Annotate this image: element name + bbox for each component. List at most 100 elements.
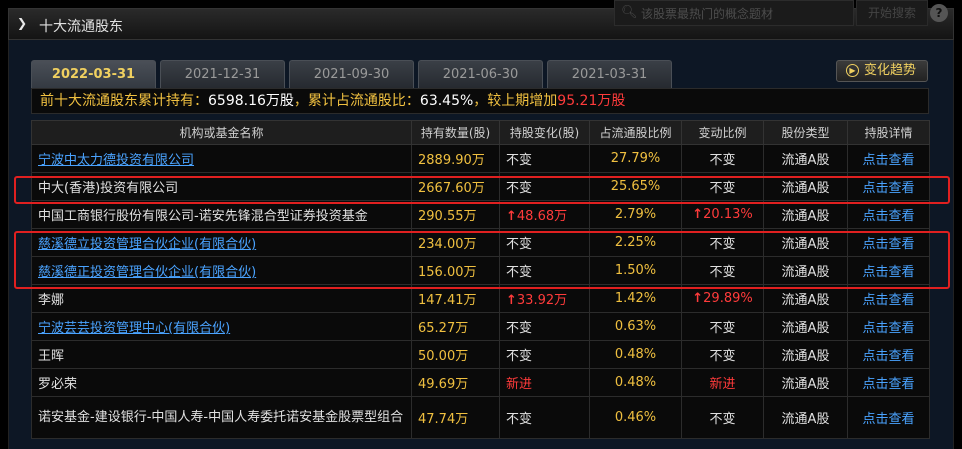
view-detail-link[interactable]: 点击查看: [847, 172, 930, 201]
view-detail-link[interactable]: 点击查看: [847, 312, 930, 341]
share-type: 流通A股: [763, 256, 848, 285]
change-ratio: ↑29.89%: [681, 284, 764, 313]
holder-name[interactable]: 宁波芸芸投资管理中心(有限合伙): [31, 312, 412, 341]
share-type: 流通A股: [763, 340, 848, 369]
change-ratio: ↑20.13%: [681, 200, 764, 229]
column-header: 股份类型: [763, 120, 848, 145]
table-header-row: 机构或基金名称 持有数量(股) 持股变化(股) 占流通股比例 变动比例 股份类型 持股详情: [31, 120, 930, 145]
table-row: 慈溪德立投资管理合伙企业(有限合伙) 234.00万 不变 2.25% 不变 流通A股 点击…: [31, 228, 930, 257]
holding-change-value: 48.68万: [516, 209, 568, 224]
share-type: 流通A股: [763, 172, 848, 201]
holding-qty: 2889.90万: [411, 144, 500, 173]
section-title: 十大流通股东: [39, 19, 123, 35]
column-header: 机构或基金名称: [31, 120, 412, 145]
search-icon: 🔍︎: [621, 5, 638, 20]
column-header: 变动比例: [681, 120, 764, 145]
share-type: 流通A股: [763, 144, 848, 173]
tab-2021-06-30[interactable]: 2021-06-30: [418, 60, 543, 88]
holding-change: ↑33.92万: [499, 284, 590, 313]
holding-change: 不变: [499, 144, 590, 173]
change-ratio: 不变: [681, 172, 764, 201]
share-type: 流通A股: [763, 368, 848, 397]
float-ratio: 27.79%: [589, 144, 682, 173]
holding-qty: 50.00万: [411, 340, 500, 369]
holder-name: 中国工商银行股份有限公司-诺安先锋混合型证券投资基金: [31, 200, 412, 229]
change-ratio: 不变: [681, 312, 764, 341]
holder-name[interactable]: 慈溪德正投资管理合伙企业(有限合伙): [31, 256, 412, 285]
holding-qty: 2667.60万: [411, 172, 500, 201]
holding-qty: 147.41万: [411, 284, 500, 313]
tab-2021-09-30[interactable]: 2021-09-30: [289, 60, 414, 88]
summary-prefix: 前十大流通股东累计持有：: [40, 93, 208, 109]
change-ratio: 不变: [681, 340, 764, 369]
table-row: 中国工商银行股份有限公司-诺安先锋混合型证券投资基金 290.55万 ↑48.68万…: [31, 200, 930, 229]
float-ratio: 2.79%: [589, 200, 682, 229]
holder-name: 中大(香港)投资有限公司: [31, 172, 412, 201]
holding-change: 不变: [499, 312, 590, 341]
holding-qty: 290.55万: [411, 200, 500, 229]
help-icon[interactable]: ?: [930, 4, 948, 22]
holding-change: 不变: [499, 228, 590, 257]
view-detail-link[interactable]: 点击查看: [847, 228, 930, 257]
holding-qty: 49.69万: [411, 368, 500, 397]
column-header: 持有数量(股): [411, 120, 500, 145]
holder-name[interactable]: 宁波中太力德投资有限公司: [31, 144, 412, 173]
up-arrow-icon: ↑: [692, 291, 704, 306]
view-detail-link[interactable]: 点击查看: [847, 256, 930, 285]
summary-increase: 95.21万股: [557, 93, 626, 109]
share-type: 流通A股: [763, 228, 848, 257]
holder-name[interactable]: 慈溪德立投资管理合伙企业(有限合伙): [31, 228, 412, 257]
holding-change: ↑48.68万: [499, 200, 590, 229]
holding-qty: 234.00万: [411, 228, 500, 257]
view-detail-link[interactable]: 点击查看: [847, 144, 930, 173]
share-type: 流通A股: [763, 200, 848, 229]
holding-change: 不变: [499, 396, 590, 439]
change-ratio: 不变: [681, 144, 764, 173]
view-detail-link[interactable]: 点击查看: [847, 340, 930, 369]
holding-change: 不变: [499, 340, 590, 369]
holding-change: 新进: [499, 368, 590, 397]
float-ratio: 25.65%: [589, 172, 682, 201]
holder-name: 李娜: [31, 284, 412, 313]
change-ratio: 不变: [681, 228, 764, 257]
summary-total: 6598.16万股: [208, 93, 294, 109]
concept-search-box[interactable]: 🔍︎: [614, 0, 854, 26]
summary-ratio: 63.45%: [419, 93, 474, 109]
float-ratio: 1.42%: [589, 284, 682, 313]
top-holders-table: 机构或基金名称 持有数量(股) 持股变化(股) 占流通股比例 变动比例 股份类型 持股详情 …: [31, 120, 930, 439]
column-header: 持股变化(股): [499, 120, 590, 145]
float-ratio: 0.48%: [589, 340, 682, 369]
float-ratio: 0.46%: [589, 396, 682, 439]
tab-2021-03-31[interactable]: 2021-03-31: [547, 60, 672, 88]
up-arrow-icon: ↑: [692, 207, 704, 222]
holder-name: 罗必荣: [31, 368, 412, 397]
holding-qty: 156.00万: [411, 256, 500, 285]
share-type: 流通A股: [763, 312, 848, 341]
holding-change: 不变: [499, 256, 590, 285]
holder-name: 诺安基金-建设银行-中国人寿-中国人寿委托诺安基金股票型组合: [31, 396, 412, 439]
change-ratio-value: 20.13%: [703, 207, 753, 222]
play-circle-icon: ▶: [846, 64, 859, 77]
table-row: 中大(香港)投资有限公司 2667.60万 不变 25.65% 不变 流通A股 点击查看: [31, 172, 930, 201]
up-arrow-icon: ↑: [506, 209, 517, 224]
table-row: 宁波中太力德投资有限公司 2889.90万 不变 27.79% 不变 流通A股 点击查看: [31, 144, 930, 173]
tab-2021-12-31[interactable]: 2021-12-31: [160, 60, 285, 88]
summary-suffix: ，较上期增加: [473, 93, 558, 109]
view-detail-link[interactable]: 点击查看: [847, 368, 930, 397]
summary-mid: ，累计占流通股比：: [293, 93, 420, 109]
change-trend-button[interactable]: ▶ 变化趋势: [836, 60, 928, 82]
view-detail-link[interactable]: 点击查看: [847, 200, 930, 229]
view-detail-link[interactable]: 点击查看: [847, 396, 930, 439]
table-row: 诺安基金-建设银行-中国人寿-中国人寿委托诺安基金股票型组合 47.74万 不变 0.…: [31, 396, 930, 439]
column-header: 持股详情: [847, 120, 930, 145]
table-row: 王晖 50.00万 不变 0.48% 不变 流通A股 点击查看: [31, 340, 930, 369]
holders-panel: 2022-03-31 2021-12-31 2021-09-30 2021-06-30…: [8, 40, 954, 449]
tab-2022-03-31[interactable]: 2022-03-31: [31, 60, 156, 88]
start-search-button[interactable]: 开始搜索: [856, 0, 928, 26]
holdings-summary: 前十大流通股东累计持有：6598.16万股，累计占流通股比：63.45%，较上期…: [31, 88, 929, 114]
up-arrow-icon: ↑: [506, 293, 517, 308]
concept-search-input[interactable]: [641, 4, 851, 23]
view-detail-link[interactable]: 点击查看: [847, 284, 930, 313]
float-ratio: 1.50%: [589, 256, 682, 285]
change-ratio: 不变: [681, 396, 764, 439]
